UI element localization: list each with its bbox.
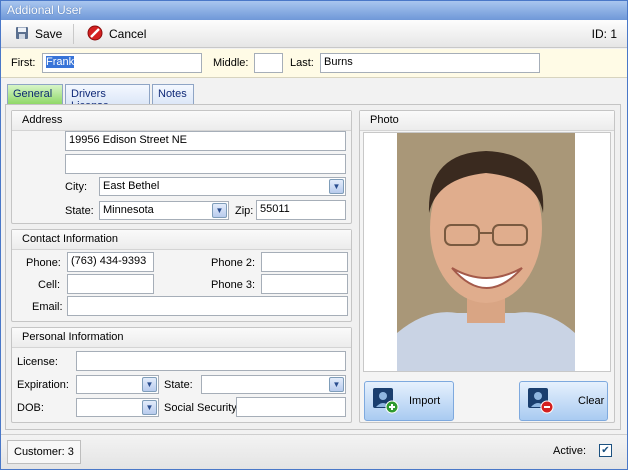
email-label: Email: xyxy=(32,301,63,313)
tab-drivers-license[interactable]: Drivers License xyxy=(65,84,150,112)
license-state-label: State: xyxy=(164,379,193,391)
id-label: ID: 1 xyxy=(591,27,617,41)
personal-group-title: Personal Information xyxy=(12,328,351,348)
cell-field[interactable] xyxy=(67,274,154,294)
chevron-down-icon: ▼ xyxy=(142,377,157,392)
cancel-icon xyxy=(87,25,103,44)
toolbar-separator xyxy=(73,24,74,44)
address-line2-field[interactable] xyxy=(65,154,346,174)
address-group-title: Address xyxy=(12,111,351,131)
save-icon xyxy=(15,26,29,43)
cancel-label: Cancel xyxy=(109,27,147,41)
photo-group-title: Photo xyxy=(360,111,614,131)
clear-photo-button[interactable]: Clear xyxy=(519,381,608,421)
import-photo-button[interactable]: Import xyxy=(364,381,454,421)
last-name-field[interactable]: Burns xyxy=(320,53,540,73)
status-bar: Customer: 3 Active: ✔ xyxy=(1,434,627,469)
phone2-label: Phone 2: xyxy=(211,257,256,269)
phone2-field[interactable] xyxy=(261,252,348,272)
customer-count: Customer: 3 xyxy=(7,440,81,464)
middle-name-label: Middle: xyxy=(213,57,249,69)
state-value: Minnesota xyxy=(103,204,154,216)
clear-icon xyxy=(526,386,554,417)
expiration-label: Expiration: xyxy=(17,379,69,391)
add-user-window: Addional User Save Cancel ID: 1 First: F… xyxy=(0,0,628,470)
toolbar: Save Cancel ID: 1 xyxy=(1,20,627,48)
ssn-label: Social Security: xyxy=(164,402,240,414)
dob-label: DOB: xyxy=(17,402,44,414)
active-checkbox[interactable]: ✔ xyxy=(599,444,612,457)
contact-group-title: Contact Information xyxy=(12,230,351,250)
address-line1-field[interactable]: 19956 Edison Street NE xyxy=(65,131,346,151)
state-select[interactable]: Minnesota ▼ xyxy=(99,201,229,220)
state-label: State: xyxy=(65,205,94,217)
import-label: Import xyxy=(409,395,441,407)
dob-date-picker[interactable]: ▼ xyxy=(76,398,159,417)
license-field[interactable] xyxy=(76,351,346,371)
active-label: Active: xyxy=(553,445,587,457)
save-button[interactable]: Save xyxy=(11,24,66,44)
import-icon xyxy=(371,386,399,417)
city-value: East Bethel xyxy=(103,180,160,192)
name-bar: First: Frank Middle: Last: Burns xyxy=(1,49,627,78)
checkmark-icon: ✔ xyxy=(601,445,610,456)
tab-general[interactable]: General xyxy=(7,84,63,106)
first-name-label: First: xyxy=(11,57,36,69)
middle-name-field[interactable] xyxy=(254,53,283,73)
save-label: Save xyxy=(35,27,63,41)
phone3-field[interactable] xyxy=(261,274,348,294)
window-title: Addional User xyxy=(1,1,627,20)
phone-label: Phone: xyxy=(26,257,61,269)
city-select[interactable]: East Bethel ▼ xyxy=(99,177,346,196)
zip-field[interactable]: 55011 xyxy=(256,200,346,220)
cell-label: Cell: xyxy=(38,279,61,291)
zip-label: Zip: xyxy=(235,205,254,217)
cancel-button[interactable]: Cancel xyxy=(83,24,150,44)
tab-notes[interactable]: Notes xyxy=(152,84,194,105)
phone-field[interactable]: (763) 434-9393 xyxy=(67,252,154,272)
last-name-label: Last: xyxy=(290,57,314,69)
chevron-down-icon: ▼ xyxy=(142,400,157,415)
user-photo xyxy=(397,133,575,371)
first-name-value: Frank xyxy=(46,56,75,68)
chevron-down-icon: ▼ xyxy=(329,179,344,194)
clear-label: Clear xyxy=(578,395,605,407)
phone3-label: Phone 3: xyxy=(211,279,256,291)
chevron-down-icon: ▼ xyxy=(329,377,344,392)
chevron-down-icon: ▼ xyxy=(212,203,227,218)
first-name-field[interactable]: Frank xyxy=(42,53,202,73)
ssn-field[interactable] xyxy=(236,397,346,417)
license-label: License: xyxy=(17,356,58,368)
license-state-select[interactable]: ▼ xyxy=(201,375,346,394)
city-label: City: xyxy=(65,181,87,193)
expiration-date-picker[interactable]: ▼ xyxy=(76,375,159,394)
email-field[interactable] xyxy=(67,296,348,316)
photo-frame xyxy=(363,132,611,372)
